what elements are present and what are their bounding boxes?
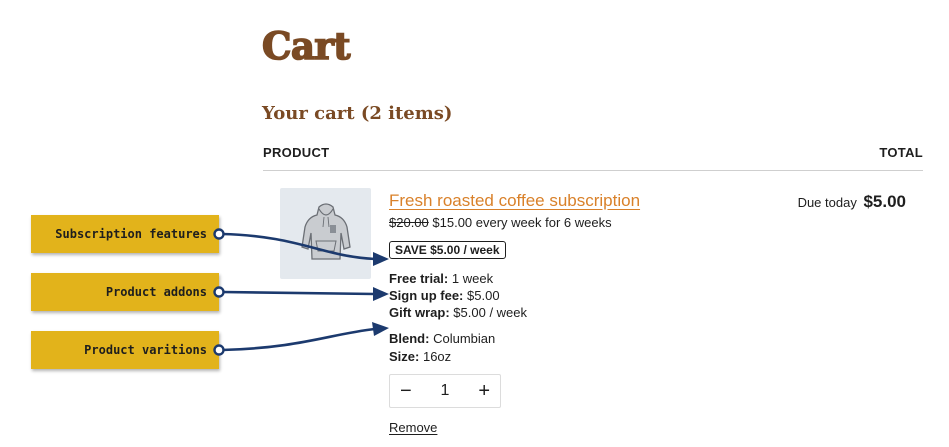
quantity-value[interactable]: 1	[441, 382, 450, 400]
remove-link[interactable]: Remove	[389, 420, 437, 435]
product-thumbnail[interactable]	[280, 188, 371, 279]
meta-label: Blend:	[389, 331, 430, 346]
meta-value: Columbian	[433, 331, 496, 346]
arrow-product-addons	[221, 290, 376, 296]
original-price: $20.00	[389, 215, 429, 230]
meta-size: Size: 16oz	[389, 349, 451, 364]
meta-value: 16oz	[422, 349, 452, 364]
header-divider	[263, 170, 923, 171]
cart-heading: Your cart (2 items)	[262, 103, 453, 124]
meta-value: 1 week	[451, 271, 494, 286]
meta-label: Gift wrap:	[389, 305, 450, 320]
meta-gift-wrap: Gift wrap: $5.00 / week	[389, 305, 527, 320]
meta-value: $5.00 / week	[453, 305, 528, 320]
arrowhead-icon	[373, 287, 389, 301]
subscription-price: $15.00 every week for 6 weeks	[432, 215, 612, 230]
quantity-stepper[interactable]: − 1 +	[389, 374, 501, 408]
column-header-product: PRODUCT	[263, 145, 330, 160]
meta-value: $5.00	[467, 288, 500, 303]
callout-product-variations: Product varitions	[31, 331, 219, 369]
meta-sign-up-fee: Sign up fee: $5.00	[389, 288, 500, 303]
column-header-total: TOTAL	[879, 145, 923, 160]
save-badge: SAVE $5.00 / week	[389, 241, 506, 259]
meta-label: Size:	[389, 349, 420, 364]
due-amount: $5.00	[863, 192, 906, 211]
meta-blend: Blend: Columbian	[389, 331, 495, 346]
arrow-product-variations	[221, 327, 376, 352]
product-name-link[interactable]: Fresh roasted coffee subscription	[389, 191, 640, 211]
decrement-button[interactable]: −	[400, 381, 412, 401]
increment-button[interactable]: +	[478, 381, 490, 401]
hoodie-icon	[300, 202, 351, 260]
arrow-heads	[372, 252, 389, 336]
price-line: $20.00 $15.00 every week for 6 weeks	[389, 215, 612, 230]
due-label: Due today	[797, 195, 857, 210]
arrowhead-icon	[372, 322, 389, 336]
due-today: Due today $5.00	[798, 192, 906, 212]
callout-product-addons: Product addons	[31, 273, 219, 311]
callout-subscription-features: Subscription features	[31, 215, 219, 253]
meta-free-trial: Free trial: 1 week	[389, 271, 493, 286]
arrowhead-icon	[373, 252, 389, 266]
page-title: Cart	[261, 23, 351, 69]
meta-label: Sign up fee:	[389, 288, 464, 303]
meta-label: Free trial:	[389, 271, 449, 286]
